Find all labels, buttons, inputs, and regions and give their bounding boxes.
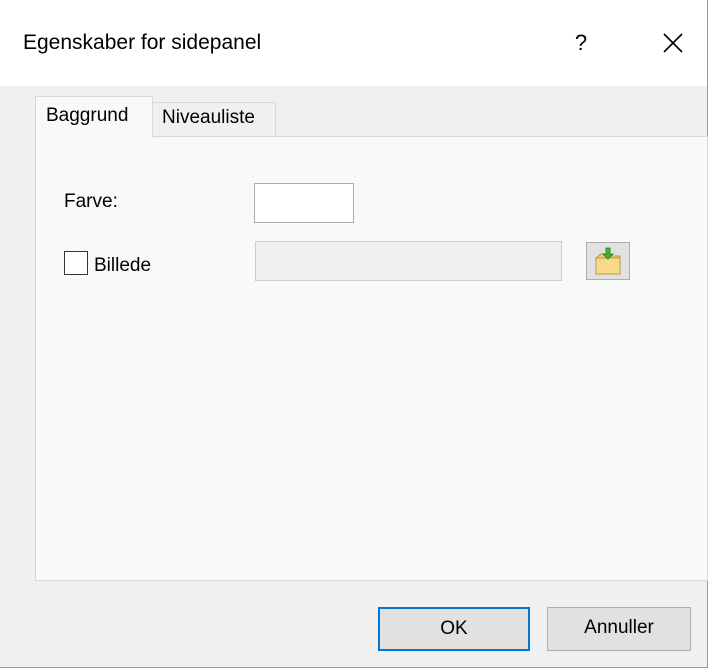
close-button[interactable]	[648, 20, 698, 66]
dialog-title: Egenskaber for sidepanel	[23, 31, 262, 54]
ok-button[interactable]: OK	[378, 607, 530, 651]
cancel-button[interactable]: Annuller	[547, 607, 691, 651]
image-checkbox[interactable]	[64, 251, 88, 275]
help-button[interactable]: ?	[556, 24, 606, 62]
color-label: Farve:	[64, 191, 118, 212]
image-path-field	[255, 241, 562, 281]
browse-image-button[interactable]	[586, 242, 630, 280]
title-bar: Egenskaber for sidepanel ?	[0, 0, 707, 86]
color-picker-button[interactable]	[254, 183, 354, 223]
image-checkbox-label[interactable]: Billede	[94, 254, 151, 278]
tab-baggrund[interactable]: Baggrund	[35, 96, 153, 138]
tab-panel-baggrund	[35, 136, 708, 581]
tab-niveauliste[interactable]: Niveauliste	[153, 102, 276, 136]
folder-import-icon	[594, 247, 621, 275]
close-icon	[663, 33, 683, 53]
properties-dialog: Egenskaber for sidepanel ? Baggrund Nive…	[0, 0, 708, 668]
